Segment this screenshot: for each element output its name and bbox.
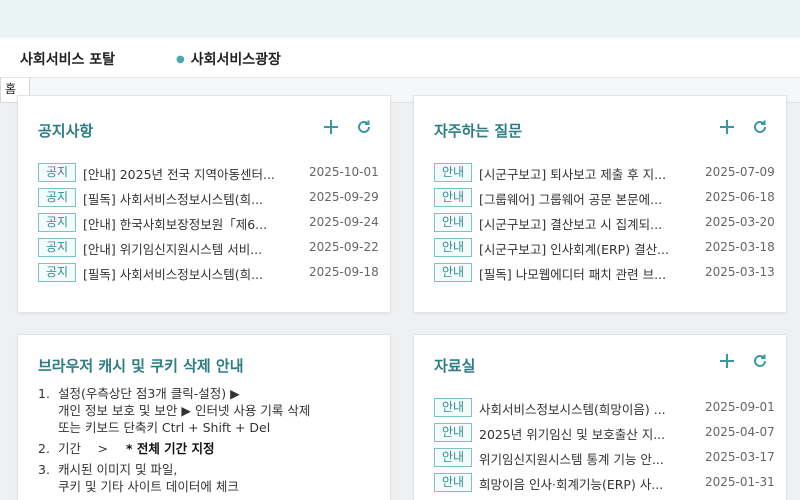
list-item-title[interactable]: [시군구보고] 인사회계(ERP) 결산... [479,239,691,258]
list-item-title[interactable]: [안내] 위기임신지원시스템 서비... [83,239,295,258]
nav-item-social-service-plaza[interactable]: ● 사회서비스광장 [176,49,281,69]
category-badge: 안내 [434,238,472,257]
step-text: 기간 > [58,441,108,456]
cache-guide-card: 브라우저 캐시 및 쿠키 삭제 안내 1. 설정(우측상단 점3개 클릭-설정)… [17,334,391,500]
refresh-icon[interactable] [752,119,768,135]
category-badge: 공지 [38,238,76,257]
list-item-date: 2025-10-01 [309,165,379,179]
portal-title[interactable]: 사회서비스 포탈 [20,49,115,69]
list-item[interactable]: 안내 [시군구보고] 인사회계(ERP) 결산... 2025-03-18 [434,238,800,258]
list-item-title[interactable]: [필독] 사회서비스정보시스템(희... [83,189,295,208]
list-item-title[interactable]: [시군구보고] 결산보고 시 집계되... [479,214,691,233]
list-item[interactable]: 안내 2025년 위기임신 및 보호출산 지... 2025-04-07 [434,423,800,443]
list-item-title[interactable]: 희망이음 인사·회계기능(ERP) 사... [479,474,691,493]
guide-step-2: 2. 기간 > * 전체 기간 지정 [38,440,310,457]
step-number: 3. [38,462,50,477]
step-text: 또는 키보드 단축키 Ctrl + Shift + Del [58,420,271,435]
step-emphasis: * 전체 기간 지정 [125,441,215,456]
list-item-date: 2025-07-09 [705,165,775,179]
category-badge: 공지 [38,163,76,182]
list-item-date: 2025-03-20 [705,215,775,229]
category-badge: 안내 [434,188,472,207]
list-item[interactable]: 공지 [필독] 사회서비스정보시스템(희... 2025-09-29 [38,188,410,208]
list-item-title[interactable]: [시군구보고] 퇴사보고 제출 후 지... [479,164,691,183]
faq-card: 자주하는 질문 안내 [시군구보고] 퇴사보고 제출 후 지... 2025-07-… [413,95,787,313]
list-item-date: 2025-09-01 [705,400,775,414]
category-badge: 안내 [434,423,472,442]
list-item[interactable]: 공지 [안내] 한국사회보장정보원「제6... 2025-09-24 [38,213,410,233]
refresh-icon[interactable] [356,119,372,135]
resources-card: 자료실 안내 사회서비스정보시스템(희망이음) ... 2025-09-01 안내 20… [413,334,787,500]
list-item-title[interactable]: 2025년 위기임신 및 보호출산 지... [479,424,691,443]
list-item-date: 2025-09-18 [309,265,379,279]
guide-step-3: 3. 캐시된 이미지 및 파일, 쿠키 및 기타 사이트 데이터에 체크 [38,461,310,495]
list-item-date: 2025-09-24 [309,215,379,229]
nav-item-label: 사회서비스광장 [190,52,281,68]
step-text: 쿠키 및 기타 사이트 데이터에 체크 [58,479,239,494]
top-strip [0,0,800,38]
bullet-dot-icon: ● [176,54,185,65]
category-badge: 공지 [38,213,76,232]
list-item[interactable]: 안내 [시군구보고] 퇴사보고 제출 후 지... 2025-07-09 [434,163,800,183]
category-badge: 공지 [38,263,76,282]
notice-card-title: 공지사항 [38,122,94,140]
cache-guide-title: 브라우저 캐시 및 쿠키 삭제 안내 [38,357,244,375]
list-item[interactable]: 안내 사회서비스정보시스템(희망이음) ... 2025-09-01 [434,398,800,418]
list-item-title[interactable]: [안내] 2025년 전국 지역아동센터... [83,164,295,183]
list-item[interactable]: 공지 [안내] 2025년 전국 지역아동센터... 2025-10-01 [38,163,410,183]
list-item[interactable]: 공지 [안내] 위기임신지원시스템 서비... 2025-09-22 [38,238,410,258]
list-item-date: 2025-03-18 [705,240,775,254]
notice-card: 공지사항 공지 [안내] 2025년 전국 지역아동센터... 2025-10-01… [17,95,391,313]
category-badge: 안내 [434,473,472,492]
category-badge: 안내 [434,263,472,282]
list-item[interactable]: 안내 희망이음 인사·회계기능(ERP) 사... 2025-01-31 [434,473,800,493]
category-badge: 공지 [38,188,76,207]
portal-header: 사회서비스 포탈 ● 사회서비스광장 [0,38,800,78]
list-item-date: 2025-09-22 [309,240,379,254]
step-text: 개인 정보 보호 및 보안 ▶ 인터넷 사용 기록 삭제 [58,403,311,418]
list-item-date: 2025-04-07 [705,425,775,439]
list-item-title[interactable]: [안내] 한국사회보장정보원「제6... [83,214,295,233]
list-item-title[interactable]: 사회서비스정보시스템(희망이음) ... [479,399,691,418]
list-item[interactable]: 공지 [필독] 사회서비스정보시스템(희... 2025-09-18 [38,263,410,283]
list-item-date: 2025-03-13 [705,265,775,279]
list-item[interactable]: 안내 [그룹웨어] 그룹웨어 공문 본문에... 2025-06-18 [434,188,800,208]
plus-icon[interactable] [718,118,736,136]
category-badge: 안내 [434,213,472,232]
step-number: 1. [38,386,50,401]
category-badge: 안내 [434,163,472,182]
list-item-date: 2025-06-18 [705,190,775,204]
step-text: 캐시된 이미지 및 파일, [58,462,178,477]
list-item-date: 2025-09-29 [309,190,379,204]
category-badge: 안내 [434,448,472,467]
step-number: 2. [38,441,50,456]
list-item[interactable]: 안내 [시군구보고] 결산보고 시 집계되... 2025-03-20 [434,213,800,233]
category-badge: 안내 [434,398,472,417]
list-item-title[interactable]: [필독] 사회서비스정보시스템(희... [83,264,295,283]
cache-guide-steps: 1. 설정(우측상단 점3개 클릭-설정) ▶ 개인 정보 보호 및 보안 ▶ … [38,385,310,496]
guide-step-1: 1. 설정(우측상단 점3개 클릭-설정) ▶ 개인 정보 보호 및 보안 ▶ … [38,385,310,436]
plus-icon[interactable] [322,118,340,136]
list-item-date: 2025-03-17 [705,450,775,464]
list-item[interactable]: 안내 위기임신지원시스템 통계 기능 안... 2025-03-17 [434,448,800,468]
plus-icon[interactable] [718,352,736,370]
refresh-icon[interactable] [752,353,768,369]
list-item[interactable]: 안내 [필독] 나모웹에디터 패치 관련 브... 2025-03-13 [434,263,800,283]
list-item-title[interactable]: [그룹웨어] 그룹웨어 공문 본문에... [479,189,691,208]
step-text: 설정(우측상단 점3개 클릭-설정) ▶ [58,386,240,401]
faq-card-title: 자주하는 질문 [434,122,523,140]
resources-card-title: 자료실 [434,357,476,375]
list-item-title[interactable]: [필독] 나모웹에디터 패치 관련 브... [479,264,691,283]
list-item-date: 2025-01-31 [705,475,775,489]
list-item-title[interactable]: 위기임신지원시스템 통계 기능 안... [479,449,691,468]
